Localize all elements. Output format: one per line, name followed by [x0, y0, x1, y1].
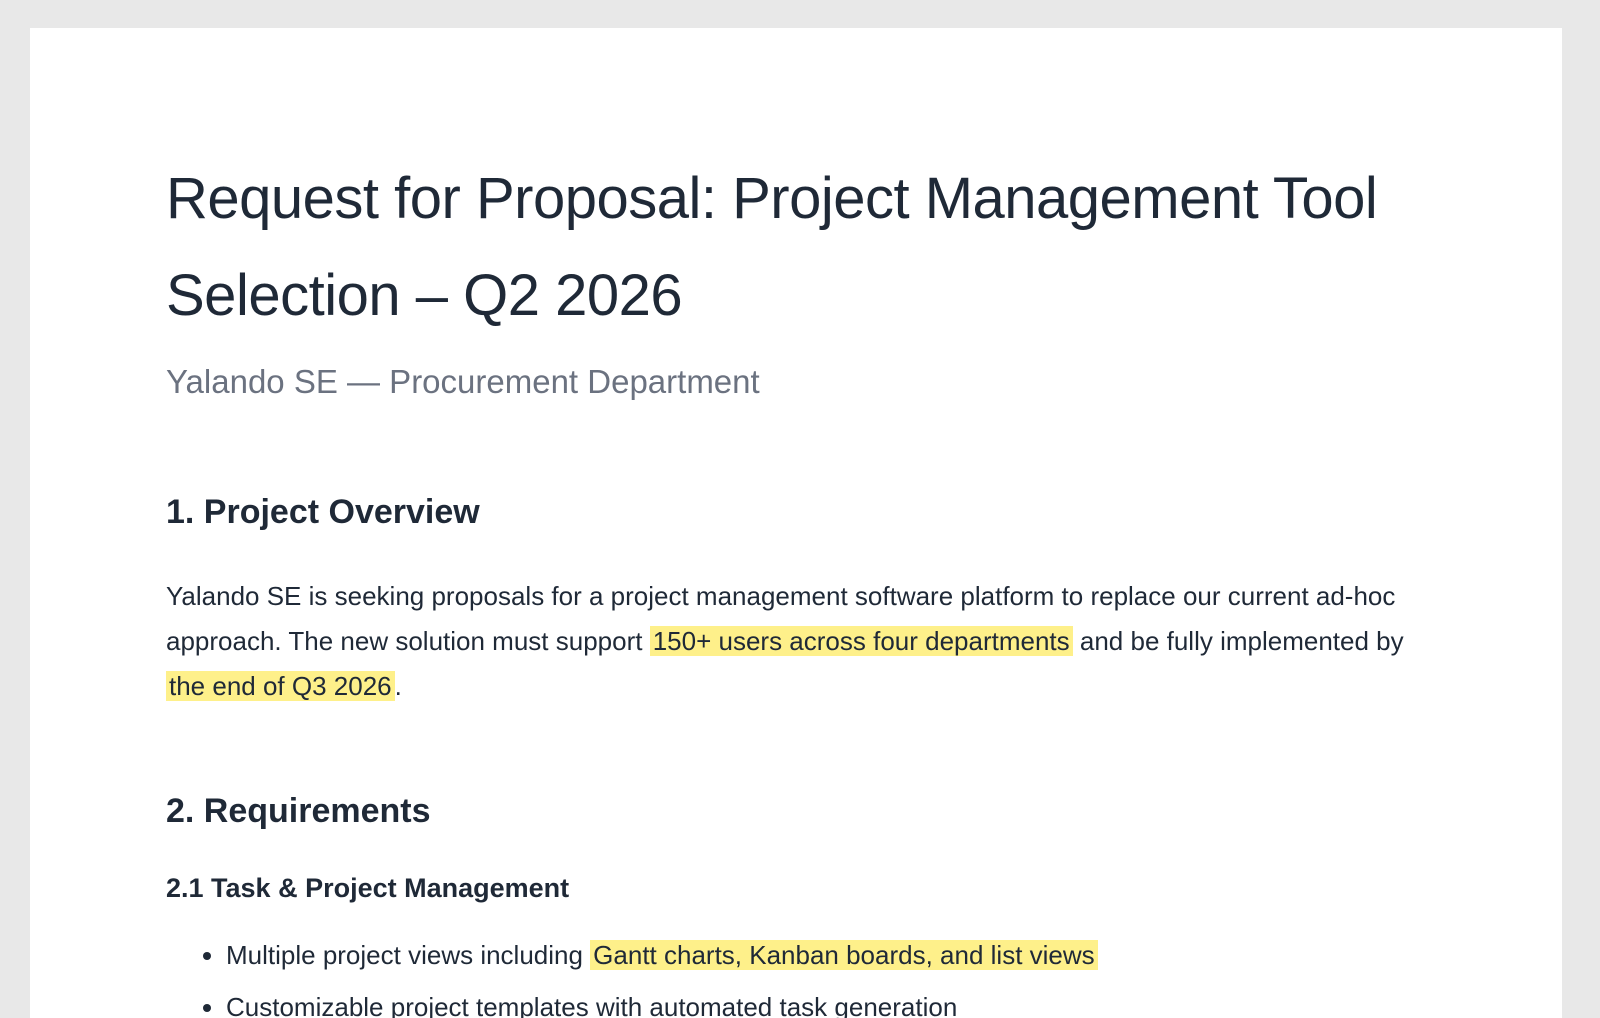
overview-text-2: and be fully implemented by — [1072, 626, 1404, 656]
document-title: Request for Proposal: Project Management… — [166, 166, 1378, 328]
list-item-text: Customizable project templates with auto… — [226, 992, 958, 1018]
overview-highlight-deadline: the end of Q3 2026 — [166, 671, 395, 701]
overview-text-3: . — [394, 671, 402, 701]
list-item-text: Multiple project views including — [226, 940, 591, 970]
overview-paragraph: Yalando SE is seeking proposals for a pr… — [166, 574, 1426, 709]
requirements-list: Multiple project views including Gantt c… — [166, 929, 1562, 1018]
overview-highlight-users: 150+ users across four departments — [649, 626, 1073, 656]
section-heading-requirements: 2. Requirements — [166, 792, 431, 830]
subsection-heading-task-management: 2.1 Task & Project Management — [166, 873, 570, 903]
list-item: Multiple project views including Gantt c… — [226, 929, 1562, 981]
section-heading-overview: 1. Project Overview — [166, 493, 480, 531]
document-page: Request for Proposal: Project Management… — [30, 28, 1562, 1018]
document-subtitle: Yalando SE — Procurement Department — [166, 363, 760, 400]
list-item-highlight: Gantt charts, Kanban boards, and list vi… — [590, 940, 1098, 970]
list-item: Customizable project templates with auto… — [226, 981, 1562, 1018]
